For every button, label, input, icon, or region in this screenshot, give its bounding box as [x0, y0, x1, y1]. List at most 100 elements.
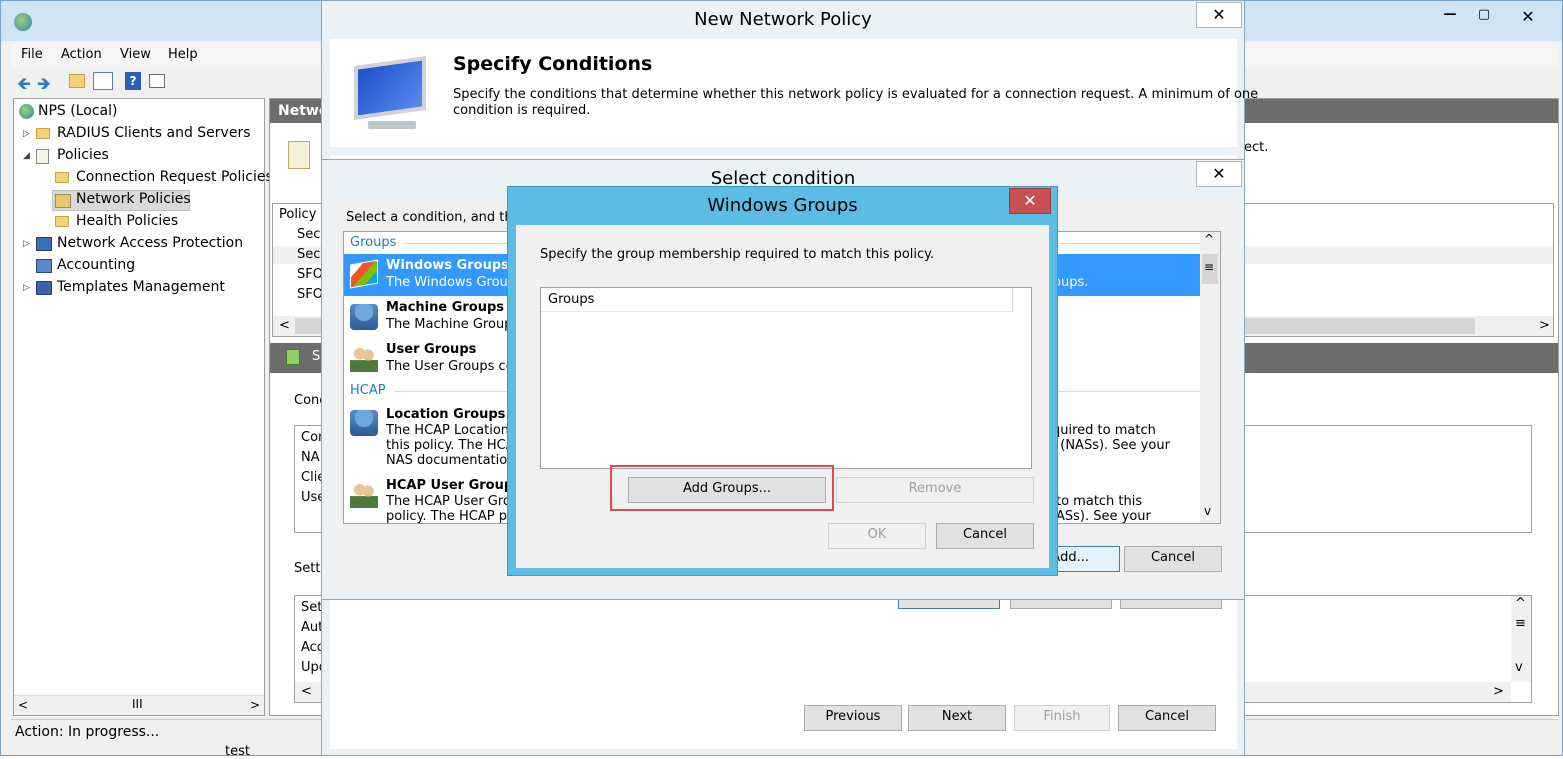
- wg-description: Specify the group membership required to…: [540, 247, 935, 262]
- groups-list[interactable]: Groups: [540, 287, 1032, 469]
- close-window-button[interactable]: ✕: [1511, 7, 1545, 31]
- back-arrow-icon[interactable]: 🡸: [17, 71, 31, 100]
- tree-pane: NPS (Local) ▷ RADIUS Clients and Servers…: [13, 98, 273, 716]
- tree-item-network-policies[interactable]: Network Policies: [76, 191, 191, 207]
- scroll-right-icon[interactable]: >: [1539, 318, 1550, 333]
- settings-label: Setti: [294, 561, 325, 576]
- folder-icon: [36, 128, 50, 139]
- expand-arrow-icon[interactable]: ▷: [23, 239, 30, 249]
- folder-icon: [55, 172, 69, 183]
- sc-prompt: Select a condition, and then: [346, 210, 529, 225]
- forward-arrow-icon[interactable]: 🡺: [37, 71, 51, 100]
- nnp-cancel-button[interactable]: Cancel: [1118, 705, 1216, 731]
- scroll-left-icon[interactable]: <: [301, 684, 312, 699]
- wg-body: Specify the group membership required to…: [516, 225, 1049, 568]
- scroll-right-icon[interactable]: >: [1493, 684, 1504, 699]
- location-groups-desc2: this policy. The HCAP: [386, 438, 523, 453]
- scroll-down-icon[interactable]: v: [1515, 660, 1523, 675]
- finish-button[interactable]: Finish: [1014, 705, 1110, 731]
- ok-button[interactable]: OK: [828, 523, 926, 549]
- details-text-fragment: ect.: [1244, 140, 1269, 155]
- user-groups-desc: The User Groups con: [386, 359, 522, 374]
- status-text: Action: In progress...: [15, 724, 160, 740]
- tree-item-policies[interactable]: Policies: [57, 147, 109, 163]
- scroll-thumb-grip-icon: ≡: [1204, 260, 1215, 274]
- sc-cancel-button[interactable]: Cancel: [1124, 546, 1222, 572]
- menu-view[interactable]: View: [120, 47, 151, 62]
- groups-column-header[interactable]: Groups: [541, 288, 1013, 312]
- location-groups-desc-right1: equired to match: [1044, 423, 1156, 438]
- up-folder-icon[interactable]: [69, 74, 85, 88]
- group-header-hcap: HCAP: [350, 383, 386, 398]
- scroll-up-icon[interactable]: ^: [1204, 232, 1214, 246]
- expand-arrow-icon[interactable]: ▷: [23, 129, 30, 139]
- globe-icon: [14, 13, 32, 31]
- condition-list-vscrollbar[interactable]: ^ ≡ v: [1200, 232, 1220, 523]
- scroll-up-icon[interactable]: ^: [1515, 596, 1526, 611]
- tree-item-connection-request-policies[interactable]: Connection Request Policies: [76, 169, 273, 185]
- accounting-icon: [36, 259, 52, 273]
- maximize-button[interactable]: ▢: [1467, 7, 1501, 31]
- groups-column-label: Groups: [548, 292, 595, 307]
- windows-groups-icon: [350, 259, 378, 289]
- settings-vscrollbar[interactable]: ^ ≡ v: [1511, 596, 1531, 682]
- hidden-button-edge: [898, 600, 1000, 609]
- user-groups-title[interactable]: User Groups: [386, 342, 476, 357]
- menu-help[interactable]: Help: [168, 47, 198, 62]
- tree-item-templates[interactable]: Templates Management: [57, 279, 225, 295]
- add-groups-button[interactable]: Add Groups...: [628, 477, 826, 503]
- scroll-left-icon[interactable]: <: [279, 318, 290, 333]
- tree-root[interactable]: NPS (Local): [38, 103, 117, 119]
- folder-icon: [55, 216, 69, 227]
- expand-arrow-icon[interactable]: ▷: [23, 283, 30, 293]
- templates-icon: [36, 281, 52, 295]
- menu-file[interactable]: File: [21, 47, 43, 62]
- properties-icon[interactable]: [149, 74, 165, 88]
- nap-icon: [36, 237, 52, 251]
- collapse-arrow-icon[interactable]: ◢: [23, 151, 30, 161]
- scroll-thumb-grip-icon[interactable]: ≡: [1515, 616, 1526, 631]
- nnp-description-line2: condition is required.: [453, 103, 591, 118]
- user-groups-icon: [350, 346, 378, 372]
- previous-button[interactable]: Previous: [804, 705, 902, 731]
- hcap-user-groups-title[interactable]: HCAP User Groups: [386, 478, 521, 493]
- menu-action[interactable]: Action: [61, 47, 102, 62]
- computer-monitor-icon: [354, 55, 426, 121]
- policy-row[interactable]: SFO: [297, 267, 323, 282]
- next-button[interactable]: Next: [908, 705, 1006, 731]
- tree-hscrollbar[interactable]: < III >: [14, 695, 264, 715]
- scroll-right-icon[interactable]: >: [250, 698, 260, 712]
- location-groups-desc1: The HCAP Location: [386, 423, 510, 438]
- location-groups-desc-right2: rs (NASs). See your: [1044, 438, 1170, 453]
- nnp-close-button[interactable]: ✕: [1196, 2, 1242, 28]
- scroll-thumb-grip-icon[interactable]: III: [132, 697, 143, 711]
- policy-doc-icon: [288, 141, 310, 169]
- monitor-stand-icon: [368, 121, 416, 129]
- nnp-description-line1: Specify the conditions that determine wh…: [453, 87, 1259, 102]
- show-hide-tree-icon[interactable]: [93, 72, 113, 90]
- tree-item-accounting[interactable]: Accounting: [57, 257, 135, 273]
- hcap-user-groups-desc2: policy. The HCAP pro: [386, 509, 520, 524]
- location-groups-title[interactable]: Location Groups: [386, 407, 505, 422]
- scroll-left-icon[interactable]: <: [18, 698, 28, 712]
- minimize-button[interactable]: —: [1433, 7, 1467, 31]
- wg-close-button[interactable]: ✕: [1009, 188, 1051, 214]
- sc-close-button[interactable]: ✕: [1196, 161, 1242, 187]
- setting-row[interactable]: Set: [301, 600, 322, 615]
- hcap-user-groups-desc-right1: to match this: [1056, 494, 1143, 509]
- policy-row[interactable]: SFO: [297, 287, 323, 302]
- remove-button[interactable]: Remove: [836, 477, 1034, 503]
- hcap-user-groups-desc-right2: ASs). See your: [1056, 509, 1151, 524]
- tree-item-nap[interactable]: Network Access Protection: [57, 235, 243, 251]
- scroll-down-icon[interactable]: v: [1204, 504, 1211, 518]
- tree-item-radius[interactable]: RADIUS Clients and Servers: [57, 125, 251, 141]
- condition-row[interactable]: NA: [301, 450, 320, 465]
- help-icon[interactable]: ?: [125, 72, 141, 90]
- windows-groups-desc-right: oups.: [1053, 275, 1089, 290]
- group-header-groups: Groups: [350, 235, 397, 250]
- tree-item-health-policies[interactable]: Health Policies: [76, 213, 178, 229]
- wg-cancel-button[interactable]: Cancel: [936, 523, 1034, 549]
- hidden-button-edge: [1010, 600, 1112, 609]
- machine-groups-title[interactable]: Machine Groups: [386, 300, 504, 315]
- hidden-button-edge: [1120, 600, 1222, 609]
